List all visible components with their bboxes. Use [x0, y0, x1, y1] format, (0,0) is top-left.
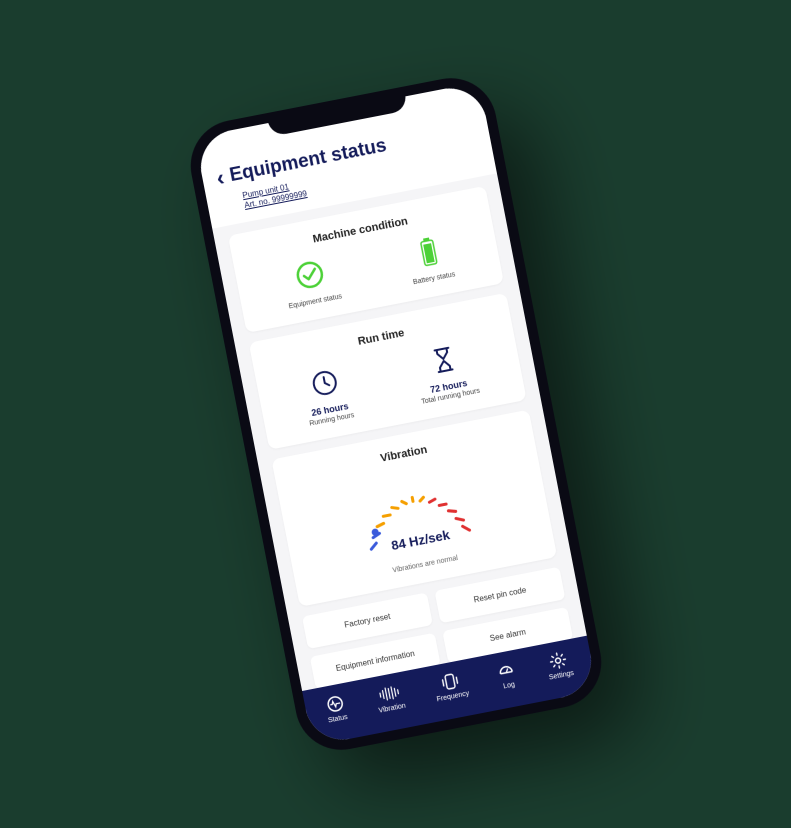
equipment-status-col: Equipment status	[280, 254, 342, 310]
battery-status-label: Battery status	[412, 271, 455, 286]
nav-status[interactable]: Status	[323, 693, 348, 724]
log-icon	[495, 660, 516, 681]
nav-vibration[interactable]: Vibration	[374, 682, 406, 715]
app-screen: ‹ Equipment status Pump unit 01 Art. no.…	[194, 82, 597, 746]
battery-status-col: Battery status	[404, 232, 455, 286]
total-hours-col: 72 hours Total running hours	[411, 338, 480, 405]
clock-icon	[307, 364, 341, 401]
nav-frequency[interactable]: Frequency	[432, 670, 470, 704]
vibration-icon	[376, 682, 401, 704]
phone-body: ‹ Equipment status Pump unit 01 Art. no.…	[182, 70, 608, 757]
battery-icon	[417, 234, 439, 268]
hourglass-icon	[430, 342, 456, 377]
nav-label: Status	[327, 714, 348, 725]
back-icon[interactable]: ‹	[214, 167, 225, 190]
nav-label: Frequency	[436, 690, 470, 703]
check-circle-icon	[292, 256, 328, 293]
vibration-gauge-icon	[339, 462, 492, 567]
content-area: Machine condition Equipment status	[212, 173, 587, 691]
running-hours-col: 26 hours Running hours	[299, 363, 355, 428]
settings-icon	[547, 650, 568, 671]
equipment-status-label: Equipment status	[288, 293, 342, 310]
nav-label: Vibration	[378, 703, 406, 715]
nav-label: Log	[502, 681, 515, 690]
status-icon	[324, 693, 345, 714]
frequency-icon	[439, 671, 460, 692]
nav-settings[interactable]: Settings	[544, 649, 574, 681]
nav-log[interactable]: Log	[495, 660, 518, 691]
nav-label: Settings	[548, 670, 574, 682]
phone-mockup: ‹ Equipment status Pump unit 01 Art. no.…	[182, 70, 608, 757]
